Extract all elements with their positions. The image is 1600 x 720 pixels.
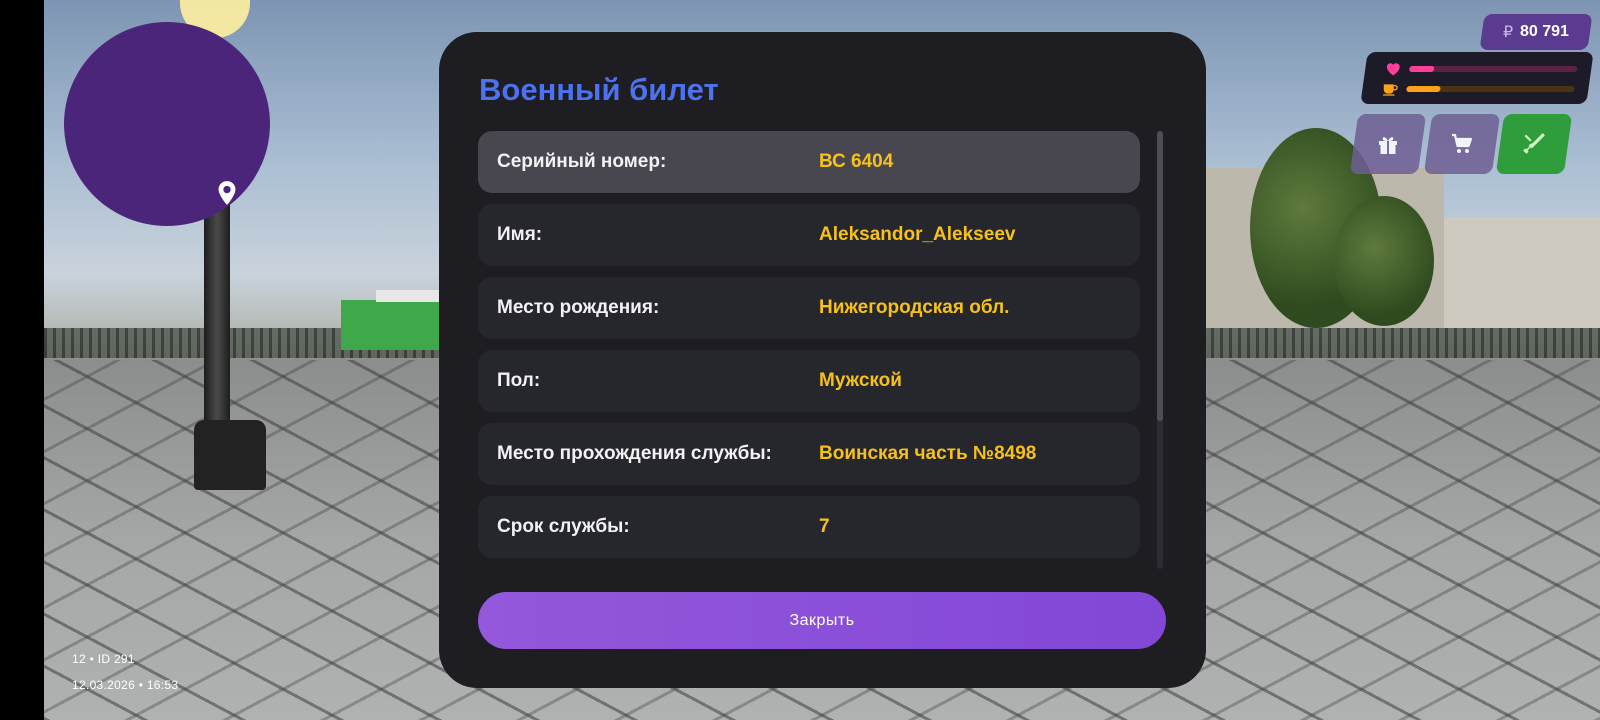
weapon-button[interactable]	[1495, 114, 1573, 174]
row-value: Aleksandor_Alekseev	[819, 224, 1016, 245]
info-list[interactable]: Серийный номер: ВС 6404 Имя: Aleksandor_…	[478, 131, 1140, 569]
location-pin-icon[interactable]	[214, 180, 240, 206]
tree	[1334, 196, 1434, 326]
row-label: Место прохождения службы:	[497, 443, 772, 464]
weapon-icon	[1523, 133, 1545, 154]
close-button[interactable]: Закрыть	[478, 592, 1166, 649]
ruble-icon: ₽	[1503, 24, 1514, 41]
shop-button[interactable]	[1423, 114, 1501, 174]
health-row	[1384, 62, 1578, 76]
row-value: Воинская часть №8498	[819, 443, 1037, 464]
row-value: Нижегородская обл.	[819, 297, 1010, 318]
row-label: Срок службы:	[497, 516, 630, 537]
lamp-base	[194, 420, 266, 490]
coffee-cup-icon	[1383, 84, 1398, 96]
money-amount: 80 791	[1519, 23, 1569, 40]
info-row-serial[interactable]: Серийный номер: ВС 6404	[478, 131, 1140, 193]
scrollbar[interactable]	[1157, 131, 1163, 569]
money-panel: ₽ 80 791	[1479, 14, 1593, 50]
row-value: Мужской	[819, 370, 902, 391]
stats-panel	[1360, 52, 1594, 104]
info-row-name[interactable]: Имя: Aleksandor_Alekseev	[478, 204, 1140, 266]
row-label: Место рождения:	[497, 297, 660, 318]
fence	[1184, 328, 1600, 358]
player-id-text: 12 • ID 291	[72, 652, 135, 666]
gift-icon	[1379, 137, 1397, 154]
row-value: 7	[819, 516, 830, 537]
info-row-gender[interactable]: Пол: Мужской	[478, 350, 1140, 412]
gift-button[interactable]	[1349, 114, 1427, 174]
scrollbar-thumb[interactable]	[1157, 131, 1163, 421]
hunger-bar	[1406, 86, 1575, 92]
row-value: ВС 6404	[819, 151, 894, 172]
info-row-birthplace[interactable]: Место рождения: Нижегородская обл.	[478, 277, 1140, 339]
building	[1444, 218, 1600, 328]
datetime-text: 12.03.2026 • 16:53	[72, 678, 179, 692]
hunger-bar-fill	[1406, 86, 1441, 92]
health-bar	[1408, 66, 1578, 72]
dialog-title: Военный билет	[479, 72, 719, 107]
info-row-service-term[interactable]: Срок службы: 7	[478, 496, 1140, 558]
military-id-dialog: Военный билет Серийный номер: ВС 6404 Им…	[439, 32, 1206, 688]
info-row-service-place[interactable]: Место прохождения службы: Воинская часть…	[478, 423, 1140, 485]
row-label: Имя:	[497, 224, 543, 245]
heart-icon	[1386, 63, 1400, 76]
row-label: Серийный номер:	[497, 151, 667, 172]
row-label: Пол:	[497, 370, 541, 391]
cart-icon	[1452, 133, 1473, 153]
health-bar-fill	[1408, 66, 1435, 72]
hunger-row	[1381, 82, 1575, 96]
